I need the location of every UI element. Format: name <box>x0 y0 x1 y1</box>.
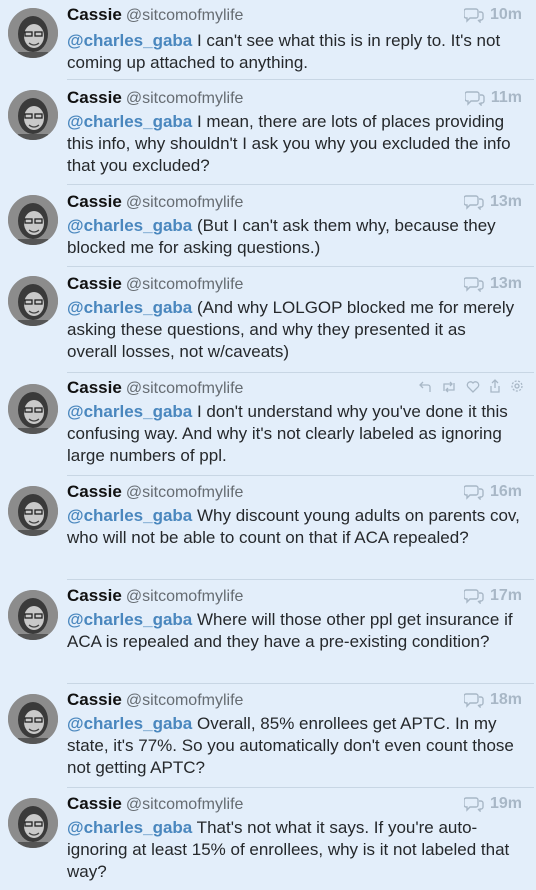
tweet-time[interactable]: 13m <box>490 193 522 211</box>
tweet-meta: 13m <box>463 275 522 293</box>
reply-icon[interactable] <box>418 380 432 398</box>
author-name[interactable]: Cassie <box>67 5 122 24</box>
mention-link[interactable]: @charles_gaba <box>67 506 192 525</box>
retweet-icon[interactable] <box>441 380 457 398</box>
tweet-actions <box>418 379 524 398</box>
tweet[interactable]: Cassie @sitcomofmylife 11m @charles_gaba … <box>0 80 536 185</box>
author-handle[interactable]: @sitcomofmylife <box>126 194 244 211</box>
tweet-time[interactable]: 11m <box>491 89 522 107</box>
tweet-text: @charles_gaba I mean, there are lots of … <box>67 111 520 177</box>
conversation-icon <box>463 8 484 23</box>
author-name[interactable]: Cassie <box>67 192 122 211</box>
author-handle[interactable]: @sitcomofmylife <box>126 588 244 605</box>
tweet[interactable]: Cassie @sitcomofmylife 13m @charles_gaba … <box>0 267 536 373</box>
tweet-text: @charles_gaba That's not what it says. I… <box>67 817 520 883</box>
tweet[interactable]: Cassie @sitcomofmylife 10m @charles_gaba … <box>0 0 536 80</box>
tweet-meta: 16m <box>463 483 522 501</box>
conversation-icon <box>463 277 484 292</box>
author-name[interactable]: Cassie <box>67 794 122 813</box>
conversation-icon <box>463 195 484 210</box>
author-handle[interactable]: @sitcomofmylife <box>126 796 244 813</box>
tweet-time[interactable]: 18m <box>490 691 522 709</box>
tweet-text: @charles_gaba Why discount young adults … <box>67 505 520 549</box>
avatar[interactable] <box>8 195 58 245</box>
share-icon[interactable] <box>489 379 501 398</box>
tweet[interactable]: Cassie @sitcomofmylife 13m @charles_gaba … <box>0 185 536 267</box>
tweet[interactable]: Cassie @sitcomofmylife 16m @charles_gaba … <box>0 476 536 580</box>
tweet-time[interactable]: 10m <box>490 6 522 24</box>
timeline: Cassie @sitcomofmylife 10m @charles_gaba … <box>0 0 536 890</box>
author-name[interactable]: Cassie <box>67 274 122 293</box>
tweet-meta: 17m <box>463 587 522 605</box>
author-name[interactable]: Cassie <box>67 586 122 605</box>
tweet-meta: 11m <box>464 89 522 107</box>
tweet-text: @charles_gaba (And why LOLGOP blocked me… <box>67 297 520 363</box>
conversation-icon <box>463 797 484 812</box>
tweet[interactable]: Cassie @sitcomofmylife 18m @charles_gaba … <box>0 684 536 788</box>
conversation-icon <box>463 485 484 500</box>
avatar[interactable] <box>8 384 58 434</box>
avatar[interactable] <box>8 590 58 640</box>
mention-link[interactable]: @charles_gaba <box>67 298 192 317</box>
author-name[interactable]: Cassie <box>67 88 122 107</box>
tweet-text: @charles_gaba (But I can't ask them why,… <box>67 215 520 259</box>
author-handle[interactable]: @sitcomofmylife <box>126 90 244 107</box>
tweet[interactable]: Cassie @sitcomofmylife 19m @charles_gaba … <box>0 788 536 890</box>
author-name[interactable]: Cassie <box>67 482 122 501</box>
avatar[interactable] <box>8 798 58 848</box>
conversation-icon <box>463 693 484 708</box>
tweet-time[interactable]: 13m <box>490 275 522 293</box>
author-handle[interactable]: @sitcomofmylife <box>126 484 244 501</box>
mention-link[interactable]: @charles_gaba <box>67 112 192 131</box>
tweet-meta: 13m <box>463 193 522 211</box>
tweet-meta: 10m <box>463 6 522 24</box>
tweet-time[interactable]: 16m <box>490 483 522 501</box>
avatar[interactable] <box>8 90 58 140</box>
avatar[interactable] <box>8 486 58 536</box>
conversation-icon <box>463 589 484 604</box>
avatar[interactable] <box>8 8 58 58</box>
mention-link[interactable]: @charles_gaba <box>67 216 192 235</box>
mention-link[interactable]: @charles_gaba <box>67 818 192 837</box>
author-handle[interactable]: @sitcomofmylife <box>126 276 244 293</box>
mention-link[interactable]: @charles_gaba <box>67 714 192 733</box>
author-handle[interactable]: @sitcomofmylife <box>126 380 244 397</box>
tweet-time[interactable]: 17m <box>490 587 522 605</box>
mention-link[interactable]: @charles_gaba <box>67 402 192 421</box>
avatar[interactable] <box>8 694 58 744</box>
tweet-meta: 19m <box>463 795 522 813</box>
author-name[interactable]: Cassie <box>67 378 122 397</box>
author-name[interactable]: Cassie <box>67 690 122 709</box>
heart-icon[interactable] <box>466 380 480 398</box>
tweet-meta: 18m <box>463 691 522 709</box>
tweet-text: @charles_gaba I can't see what this is i… <box>67 30 520 74</box>
gear-icon[interactable] <box>510 379 524 398</box>
tweet[interactable]: Cassie @sitcomofmylife @charles_gaba I do… <box>0 373 536 476</box>
author-handle[interactable]: @sitcomofmylife <box>126 7 244 24</box>
tweet[interactable]: Cassie @sitcomofmylife 17m @charles_gaba … <box>0 580 536 684</box>
tweet-text: @charles_gaba Where will those other ppl… <box>67 609 520 653</box>
conversation-icon <box>464 91 485 106</box>
tweet-text: @charles_gaba I don't understand why you… <box>67 401 520 467</box>
tweet-text: @charles_gaba Overall, 85% enrollees get… <box>67 713 520 779</box>
author-handle[interactable]: @sitcomofmylife <box>126 692 244 709</box>
mention-link[interactable]: @charles_gaba <box>67 31 192 50</box>
tweet-time[interactable]: 19m <box>490 795 522 813</box>
avatar[interactable] <box>8 276 58 326</box>
mention-link[interactable]: @charles_gaba <box>67 610 192 629</box>
